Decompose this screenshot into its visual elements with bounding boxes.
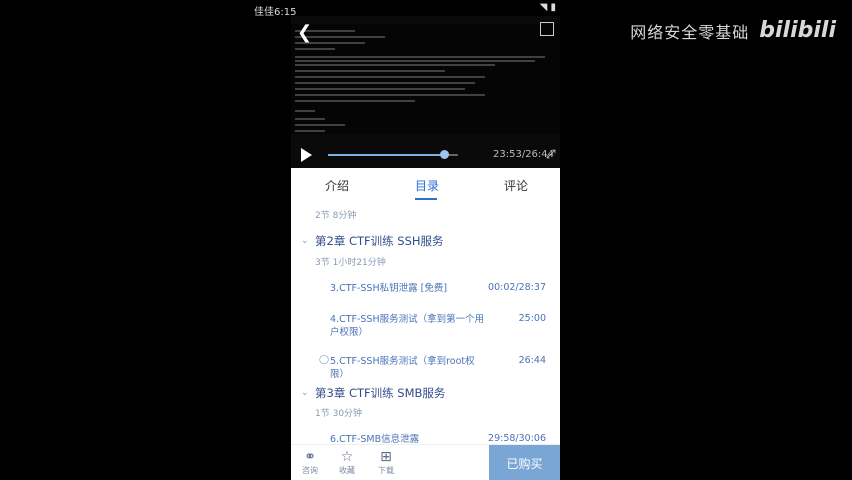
watermark: 网络安全零基础 bilibili [630,18,836,43]
lesson-duration: 26:44 [518,355,546,366]
progress-knob[interactable] [439,150,449,159]
bottom-bar: ⚭ 咨询 ☆ 收藏 ⊞ 下载 已购买 [291,444,560,480]
chapter-title[interactable]: 第3章 CTF训练 SMB服务 [315,385,445,401]
share-icon[interactable] [540,22,554,36]
lesson-duration: 00:02/28:37 [488,282,546,293]
lesson-title[interactable]: 4.CTF-SSH服务测试（拿到第一个用户权限） [330,313,490,339]
consult-label: 咨询 [302,466,318,475]
chapter-collapse-icon[interactable]: ⌄ [301,388,309,398]
bilibili-logo: bilibili [759,18,836,43]
video-frame [291,24,560,134]
play-icon[interactable] [301,148,312,162]
watermark-text: 网络安全零基础 [630,22,750,42]
lesson-duration: 29:58/30:06 [488,433,546,444]
consult-button[interactable]: ⚭ 咨询 [295,449,325,476]
chapter-summary: 2节 8分钟 [315,211,357,221]
lesson-duration: 25:00 [518,313,546,324]
download-icon: ⊞ [380,449,392,465]
tab-catalog[interactable]: 目录 [415,177,439,194]
tab-bar: 介绍 目录 评论 [291,168,560,205]
chapter-summary: 3节 1小时21分钟 [315,258,386,268]
active-tab-indicator [415,198,437,200]
status-bar: ◥ ▮ [291,0,560,16]
fullscreen-icon[interactable]: ⤢ [546,147,556,162]
status-time: 佳佳6:15 [254,7,297,18]
video-timecode: 23:53/26:44 [493,149,555,160]
chat-icon: ⚭ [304,449,316,465]
tab-intro[interactable]: 介绍 [325,177,349,194]
star-icon: ☆ [340,449,354,465]
download-label: 下载 [378,466,394,475]
chapter-title[interactable]: 第2章 CTF训练 SSH服务 [315,233,444,249]
video-player[interactable]: ❮ 23:53/26:44 ⤢ [291,16,560,168]
play-circle-icon: ◯ [319,355,330,365]
tab-comments[interactable]: 评论 [504,177,528,194]
lesson-title[interactable]: 3.CTF-SSH私钥泄露 [免费] [330,282,480,295]
download-button[interactable]: ⊞ 下载 [371,449,401,476]
phone-screen: ◥ ▮ ❮ 23:53/26:44 ⤢ 介绍 目录 评论 2节 8分钟 ⌄ 第2… [291,0,560,480]
status-icons: ◥ ▮ [539,2,556,13]
catalog-list: 2节 8分钟 ⌄ 第2章 CTF训练 SSH服务 3节 1小时21分钟 3.CT… [291,204,560,445]
favorite-label: 收藏 [339,466,355,475]
chevron-left-icon[interactable]: ❮ [297,22,312,43]
progress-bar[interactable] [328,150,458,159]
video-controls: 23:53/26:44 ⤢ [291,144,560,166]
chapter-summary: 1节 30分钟 [315,409,363,419]
lesson-title[interactable]: 5.CTF-SSH服务测试（拿到root权限） [330,355,480,381]
chapter-collapse-icon[interactable]: ⌄ [301,236,309,246]
progress-fill [328,154,444,156]
favorite-button[interactable]: ☆ 收藏 [332,449,362,476]
purchased-button[interactable]: 已购买 [489,445,560,480]
